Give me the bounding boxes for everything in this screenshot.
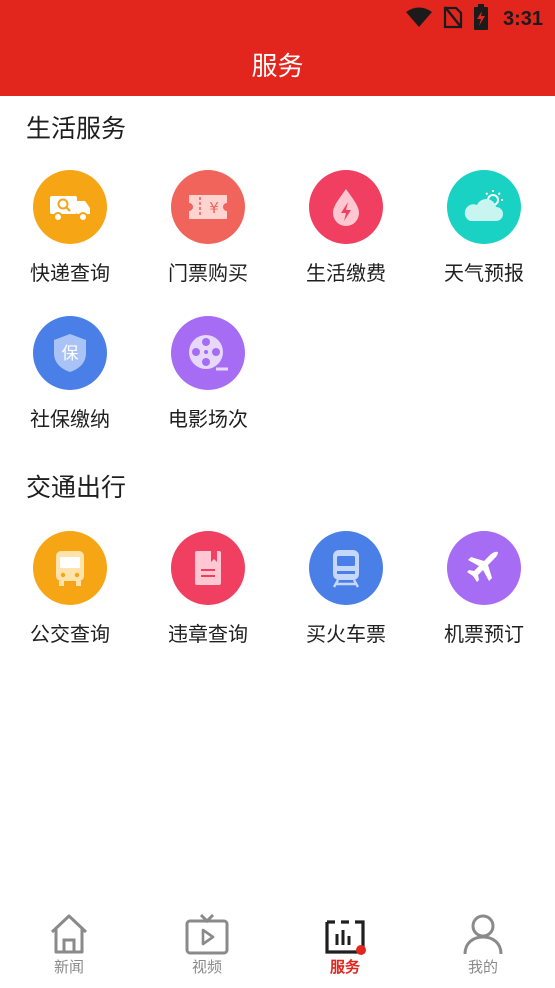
section-title-life-services: 生活服务	[26, 114, 127, 143]
service-label: 电影场次	[168, 407, 248, 431]
tab-label: 视频	[191, 958, 222, 976]
truck-search-icon	[33, 170, 107, 244]
service-item-movie[interactable]: 电影场次	[138, 316, 276, 456]
service-label: 生活缴费	[306, 261, 386, 285]
airplane-icon	[447, 531, 521, 605]
page-title: 服务	[251, 52, 304, 82]
train-icon	[309, 531, 383, 605]
service-label: 社保缴纳	[30, 407, 110, 431]
drop-bolt-icon	[309, 170, 383, 244]
shield-icon: 保	[33, 316, 107, 390]
service-label: 机票预订	[444, 622, 524, 646]
svg-text:¥: ¥	[209, 199, 219, 217]
svg-text:保: 保	[62, 344, 79, 364]
film-reel-icon	[171, 316, 245, 390]
section-title-transport: 交通出行	[26, 473, 127, 502]
service-item-social-security[interactable]: 保 社保缴纳	[0, 316, 138, 456]
service-item-violation[interactable]: 违章查询	[138, 531, 276, 671]
transport-grid: 公交查询 违章查询 买火车票 机票预订	[0, 531, 555, 671]
app-header: 3:31 服务	[0, 0, 555, 96]
battery-charging-icon	[473, 4, 489, 34]
tab-label: 我的	[467, 958, 498, 976]
book-icon	[171, 531, 245, 605]
service-label: 门票购买	[168, 261, 248, 285]
cloud-sun-icon	[447, 170, 521, 244]
bus-icon	[33, 531, 107, 605]
tv-icon	[182, 910, 232, 958]
status-bar: 3:31	[0, 0, 555, 38]
ticket-icon: ¥	[171, 170, 245, 244]
no-sim-icon	[443, 5, 463, 33]
service-item-bus[interactable]: 公交查询	[0, 531, 138, 671]
service-label: 天气预报	[444, 261, 524, 285]
tab-news[interactable]: 新闻	[0, 908, 138, 988]
home-icon	[44, 910, 94, 958]
tab-mine[interactable]: 我的	[414, 908, 552, 988]
service-item-flight[interactable]: 机票预订	[414, 531, 552, 671]
service-label: 违章查询	[168, 622, 248, 646]
service-label: 买火车票	[306, 622, 386, 646]
service-item-ticket[interactable]: ¥ 门票购买	[138, 170, 276, 310]
status-icons: 3:31	[405, 4, 543, 34]
wifi-icon	[405, 6, 433, 32]
user-icon	[458, 910, 508, 958]
tab-label: 新闻	[53, 958, 84, 976]
bottom-tab-bar: 新闻 视频 服务 我的	[0, 900, 555, 988]
status-time: 3:31	[502, 7, 543, 30]
tab-label: 服务	[329, 958, 360, 976]
service-icon	[320, 910, 370, 958]
tab-video[interactable]: 视频	[138, 908, 276, 988]
life-services-grid: 快递查询 ¥ 门票购买 生活缴费 天气预报 保 社保缴纳 电影场次	[0, 170, 555, 450]
service-label: 快递查询	[30, 261, 110, 285]
service-item-train[interactable]: 买火车票	[276, 531, 414, 671]
service-item-utilities[interactable]: 生活缴费	[276, 170, 414, 310]
service-item-express[interactable]: 快递查询	[0, 170, 138, 310]
service-label: 公交查询	[30, 622, 110, 646]
tab-service[interactable]: 服务	[276, 908, 414, 988]
service-item-weather[interactable]: 天气预报	[414, 170, 552, 310]
